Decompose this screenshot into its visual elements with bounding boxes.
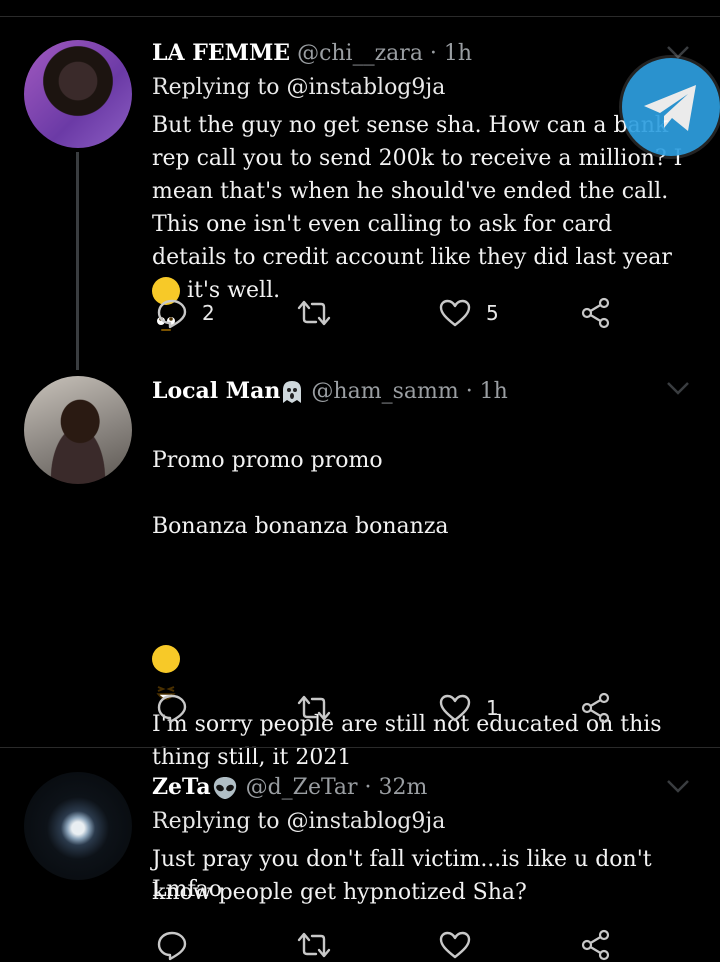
tweet-header: LA FEMME @chi__zara · 1h	[152, 38, 690, 69]
replying-to[interactable]: Replying to @instablog9ja	[152, 807, 690, 837]
reply-button[interactable]	[156, 928, 188, 962]
alien-icon	[211, 775, 239, 801]
handle-time[interactable]: @d_ZeTar · 32m	[246, 775, 428, 800]
like-button[interactable]: 5	[438, 296, 499, 330]
reply-icon	[157, 931, 187, 961]
retweet-button[interactable]	[296, 691, 346, 725]
reply-button[interactable]	[156, 691, 202, 725]
avatar-local-man[interactable]	[24, 376, 132, 484]
handle-time[interactable]: @ham_samm · 1h	[311, 379, 507, 404]
tweet-header: Local Man @ham_samm · 1h	[152, 376, 690, 407]
like-button[interactable]: 1	[438, 691, 499, 725]
like-count: 1	[486, 696, 499, 720]
avatar-la-femme[interactable]	[24, 40, 132, 148]
share-button[interactable]	[580, 296, 612, 330]
display-name[interactable]: LA FEMME	[152, 40, 290, 66]
reply-count: 2	[202, 301, 215, 325]
retweet-button[interactable]	[296, 928, 332, 962]
share-button[interactable]	[580, 928, 612, 962]
chevron-down-icon[interactable]	[666, 380, 690, 396]
thread-line	[76, 152, 79, 370]
display-name[interactable]: ZeTa	[152, 774, 211, 800]
share-button[interactable]	[580, 691, 612, 725]
share-icon	[581, 929, 610, 961]
telegram-icon	[644, 85, 696, 131]
telegram-share-button[interactable]	[622, 58, 720, 156]
reply-icon	[157, 694, 187, 724]
tweet-text: But the guy no get sense sha. How can a …	[152, 109, 690, 331]
tweet-text: Just pray you don't fall victim...is lik…	[152, 847, 652, 905]
display-name[interactable]: Local Man	[152, 378, 280, 404]
heart-icon	[439, 694, 471, 722]
top-divider	[0, 16, 720, 17]
share-icon	[581, 297, 610, 329]
reply-icon	[157, 299, 187, 329]
retweet-icon	[297, 932, 331, 958]
retweet-button[interactable]	[296, 296, 346, 330]
replying-to[interactable]: Replying to @instablog9ja	[152, 73, 690, 103]
heart-icon	[439, 299, 471, 327]
share-icon	[581, 692, 610, 724]
like-button[interactable]	[438, 928, 472, 962]
tweet-divider	[0, 747, 720, 748]
avatar-zeta[interactable]	[24, 772, 132, 880]
reply-button[interactable]: 2	[156, 296, 215, 330]
retweet-icon	[297, 300, 331, 326]
heart-icon	[439, 931, 471, 959]
handle-time[interactable]: @chi__zara · 1h	[297, 41, 472, 66]
like-count: 5	[486, 301, 499, 325]
chevron-down-icon[interactable]	[666, 778, 690, 794]
ghost-icon	[280, 379, 304, 405]
retweet-icon	[297, 695, 331, 721]
tweet-header: ZeTa @d_ZeTar · 32m	[152, 772, 690, 803]
grinning-squinting-face-icon	[152, 645, 180, 700]
